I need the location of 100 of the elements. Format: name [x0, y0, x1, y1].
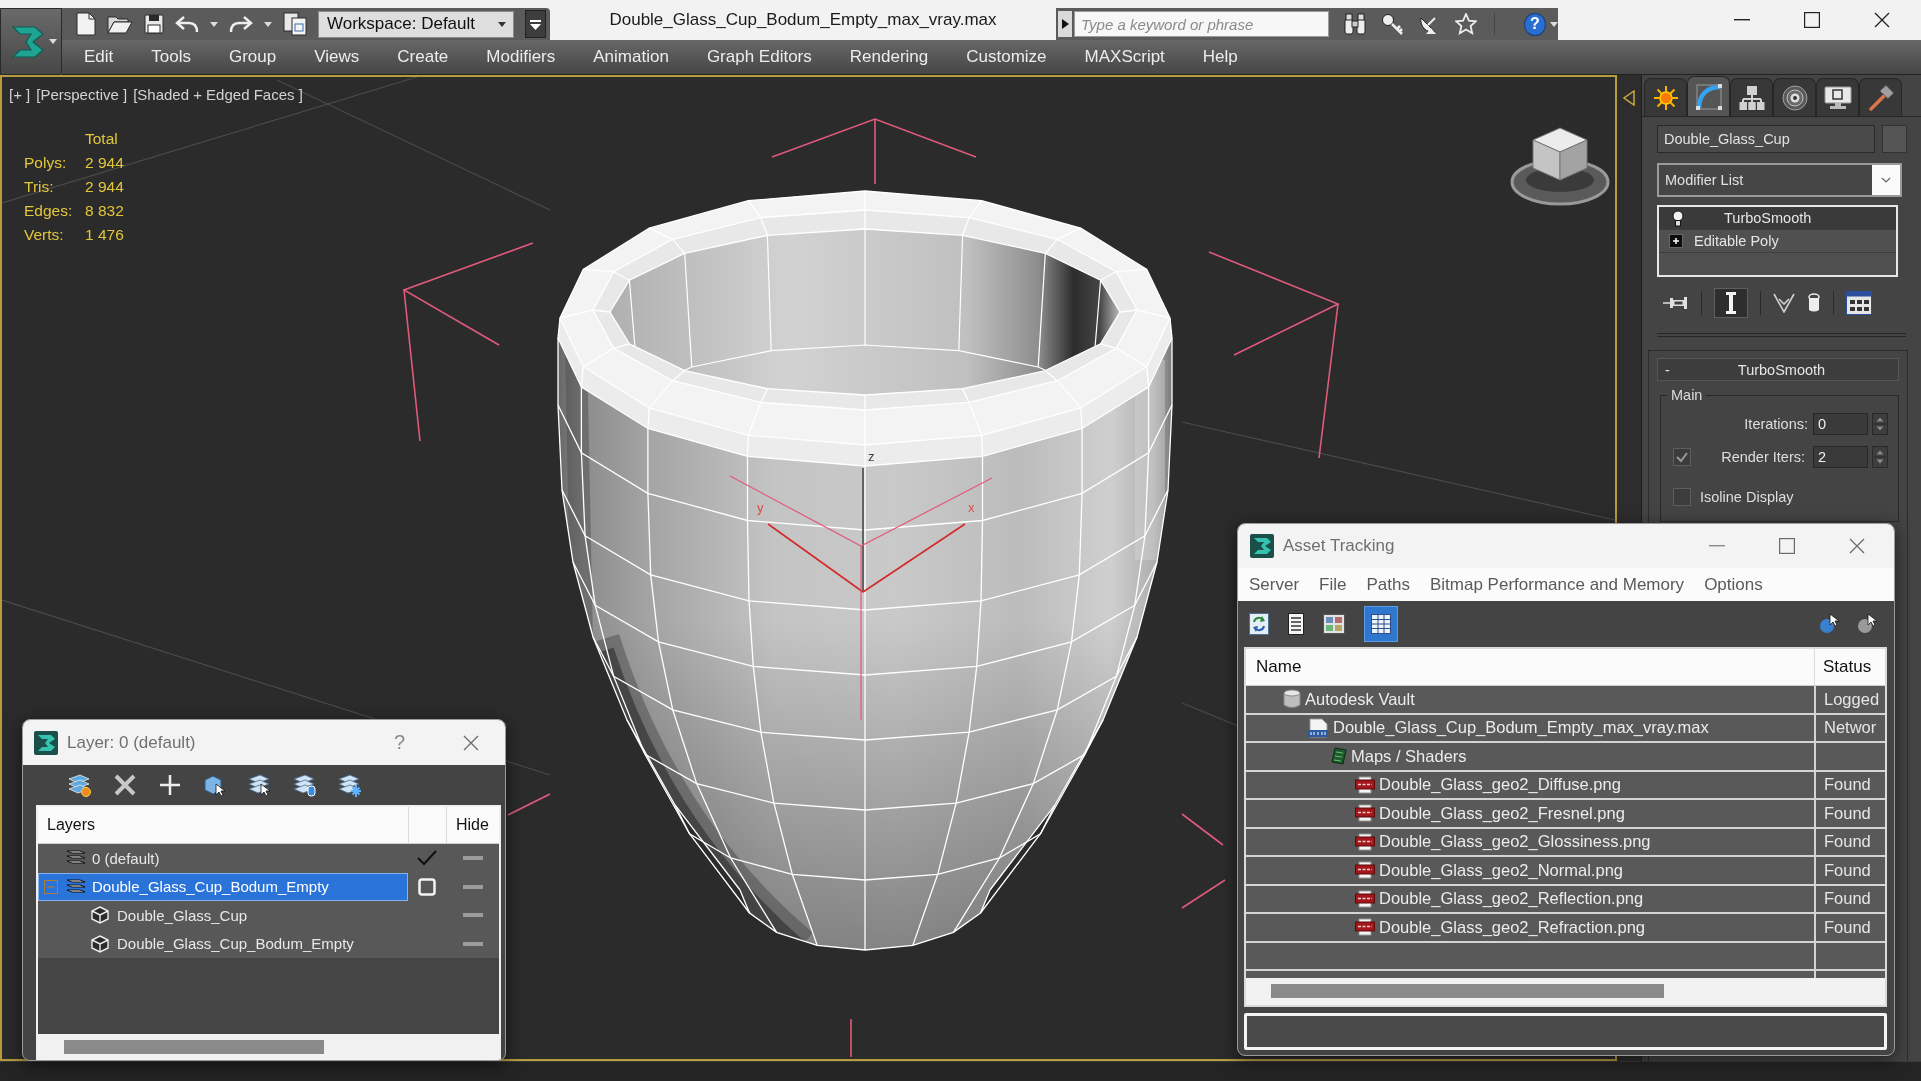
- monitor-icon: [1823, 85, 1852, 110]
- column-header[interactable]: Status: [1823, 657, 1872, 677]
- color-swatch[interactable]: [1882, 125, 1907, 153]
- checkmark-icon[interactable]: [417, 850, 437, 867]
- menu-item[interactable]: Modifiers: [486, 47, 556, 67]
- command-tab[interactable]: [1687, 76, 1730, 116]
- workspace-dropdown[interactable]: Workspace: Default: [318, 10, 514, 38]
- undo-icon[interactable]: [175, 15, 199, 33]
- binoculars-icon[interactable]: [1344, 13, 1367, 35]
- plus-icon[interactable]: [158, 773, 182, 797]
- canister-icon[interactable]: [1807, 293, 1821, 313]
- menu-item[interactable]: Graph Editors: [706, 47, 812, 67]
- left-triangle-icon[interactable]: [1623, 90, 1635, 106]
- save-icon[interactable]: [144, 14, 164, 34]
- layers-cursor-icon[interactable]: [248, 773, 272, 797]
- menu-item[interactable]: Paths: [1366, 574, 1410, 595]
- view-cube[interactable]: [1510, 127, 1610, 206]
- new-file-icon[interactable]: [76, 12, 96, 36]
- app-logo-icon[interactable]: [10, 23, 46, 60]
- status-text: Logged: [1824, 689, 1880, 709]
- pin-icon[interactable]: [1663, 296, 1689, 310]
- x-icon[interactable]: [113, 773, 137, 797]
- menu-item[interactable]: File: [1319, 574, 1347, 595]
- tagged-file-icon: [1355, 918, 1375, 937]
- viewport-label[interactable]: [Perspective ]: [36, 86, 128, 103]
- checkbox[interactable]: [1673, 488, 1691, 506]
- app-menu-button[interactable]: [0, 8, 62, 75]
- rollout-header[interactable]: - TurboSmooth: [1657, 358, 1899, 381]
- lightbulb-icon[interactable]: [1672, 209, 1684, 227]
- column-header[interactable]: Name: [1256, 657, 1302, 677]
- caret-icon[interactable]: [210, 21, 218, 27]
- modifier-item[interactable]: TurboSmooth: [1659, 207, 1896, 230]
- menu-item[interactable]: Edit: [84, 47, 114, 67]
- search-field[interactable]: Type a keyword or phrase: [1074, 11, 1330, 37]
- command-tab[interactable]: [1859, 78, 1902, 116]
- minimize-icon[interactable]: [1734, 19, 1750, 21]
- command-tab[interactable]: [1730, 78, 1773, 116]
- command-tab[interactable]: [1644, 78, 1687, 116]
- scrollbar-thumb[interactable]: [64, 1040, 324, 1054]
- asset-item[interactable]: Autodesk Vault: [1283, 689, 1415, 710]
- menu-item[interactable]: Views: [314, 47, 360, 67]
- asset-item[interactable]: Maps / Shaders: [1331, 746, 1467, 766]
- scrollbar-thumb[interactable]: [1271, 984, 1664, 998]
- menu-item[interactable]: Options: [1704, 574, 1763, 595]
- list-icon[interactable]: [1288, 613, 1304, 635]
- layers-dot-icon[interactable]: [68, 773, 92, 797]
- cube-cursor-icon[interactable]: [203, 773, 227, 797]
- viewport-label[interactable]: [Shaded + Edged Faces ]: [133, 86, 303, 103]
- dash-icon[interactable]: [462, 941, 483, 946]
- plus-box-icon[interactable]: [1669, 234, 1683, 248]
- table-icon[interactable]: [1364, 606, 1398, 642]
- refresh-icon[interactable]: [1249, 613, 1269, 635]
- menu-item[interactable]: Group: [229, 47, 277, 67]
- input-field[interactable]: [1244, 1013, 1887, 1050]
- tiles-icon[interactable]: [1323, 614, 1345, 634]
- documents-icon[interactable]: [283, 12, 307, 36]
- empty-square-icon[interactable]: [418, 877, 436, 896]
- spinner-field[interactable]: 2: [1813, 446, 1868, 468]
- viewport-label[interactable]: [+ ]: [9, 86, 31, 103]
- column-header[interactable]: Layers: [47, 816, 96, 834]
- menu-item[interactable]: Customize: [966, 47, 1047, 67]
- i-beam-icon[interactable]: [1714, 288, 1748, 318]
- key-icon[interactable]: [1381, 13, 1404, 35]
- dash-icon[interactable]: [462, 884, 483, 889]
- command-tab[interactable]: [1816, 78, 1859, 116]
- checkbox[interactable]: [1673, 448, 1691, 466]
- menu-item[interactable]: MAXScript: [1084, 47, 1165, 67]
- overflow-caret-icon[interactable]: [525, 10, 546, 38]
- menu-item[interactable]: Create: [397, 47, 449, 67]
- caret-icon[interactable]: [1550, 21, 1558, 27]
- dash-icon[interactable]: [462, 856, 483, 861]
- caret-icon[interactable]: [498, 21, 506, 27]
- menu-item[interactable]: Tools: [151, 47, 191, 67]
- menu-item[interactable]: Animation: [593, 47, 669, 67]
- spinner-arrows-icon[interactable]: [1872, 413, 1888, 435]
- column-header[interactable]: Hide: [456, 816, 489, 834]
- layers-snowflake-icon[interactable]: [338, 773, 362, 797]
- spinner-field[interactable]: 0: [1813, 413, 1868, 435]
- object-name-field[interactable]: Double_Glass_Cup: [1657, 125, 1875, 153]
- dash-icon[interactable]: [462, 913, 483, 918]
- menu-item[interactable]: Server: [1249, 574, 1300, 595]
- caret-icon[interactable]: [49, 39, 57, 44]
- command-tab[interactable]: [1773, 78, 1816, 116]
- layer-item[interactable]: Double_Glass_Cup_Bodum_Empty: [38, 872, 408, 901]
- redo-icon[interactable]: [229, 15, 253, 33]
- v-shape-icon[interactable]: [1773, 293, 1795, 313]
- caret-icon[interactable]: [264, 21, 272, 27]
- window-grid-icon[interactable]: [1846, 291, 1872, 315]
- menu-item[interactable]: Rendering: [849, 47, 929, 67]
- layers-marker-icon[interactable]: [293, 773, 317, 797]
- star-icon[interactable]: [1455, 13, 1478, 35]
- status-text: Found: [1824, 889, 1871, 909]
- modifier-list-dropdown[interactable]: Modifier List: [1657, 163, 1902, 197]
- menu-item[interactable]: Help: [1202, 47, 1238, 67]
- close-icon[interactable]: [1874, 12, 1890, 28]
- spinner-arrows-icon[interactable]: [1872, 446, 1888, 468]
- help-button[interactable]: ?: [1524, 12, 1546, 36]
- file-icon: [1307, 717, 1329, 738]
- open-folder-icon[interactable]: [107, 14, 133, 34]
- maximize-icon[interactable]: [1804, 12, 1820, 28]
